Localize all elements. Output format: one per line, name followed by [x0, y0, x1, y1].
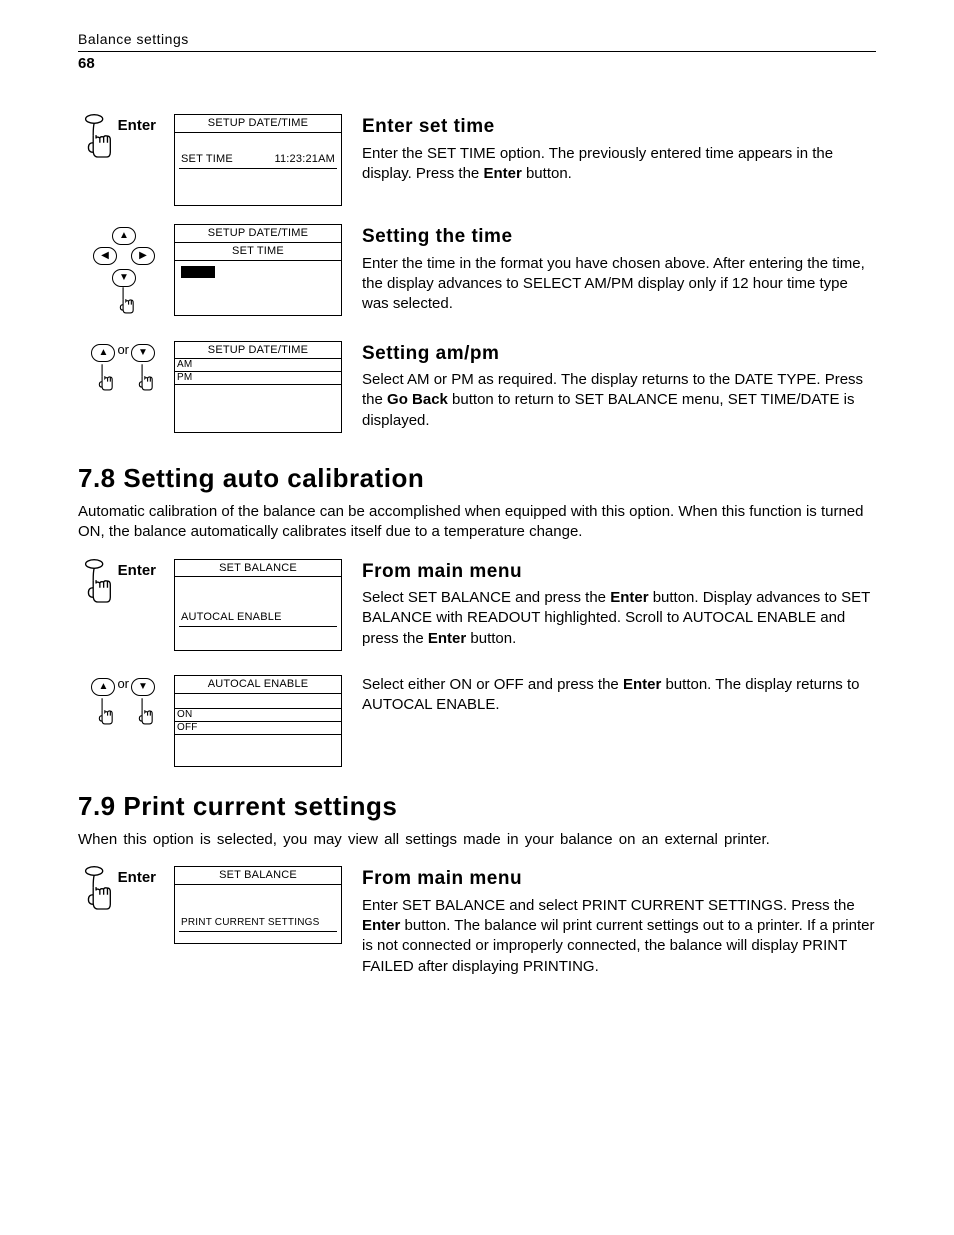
lcd-option: ON: [175, 708, 341, 722]
cursor-block-icon: [181, 266, 215, 278]
enter-press-icon: Enter: [78, 559, 156, 607]
lcd-title: AUTOCAL ENABLE: [175, 676, 341, 694]
para: Select AM or PM as required. The display…: [362, 370, 876, 431]
heading-from-main-print: From main menu: [362, 866, 876, 892]
arrow-left-icon: ◀: [93, 247, 117, 265]
para: Select SET BALANCE and press the Enter b…: [362, 588, 876, 649]
lcd-title: SET BALANCE: [175, 867, 341, 885]
lcd-title: SETUP DATE/TIME: [175, 342, 341, 360]
para: Enter SET BALANCE and select PRINT CURRE…: [362, 896, 876, 977]
up-or-down-icon: ▲ or ▼: [90, 675, 156, 733]
intro-7-9: When this option is selected, you may vi…: [78, 830, 876, 850]
heading-setting-ampm: Setting am/pm: [362, 341, 876, 367]
lcd-title: SETUP DATE/TIME: [175, 115, 341, 133]
enter-label: Enter: [118, 561, 156, 581]
page-number: 68: [78, 54, 876, 74]
intro-7-8: Automatic calibration of the balance can…: [78, 502, 876, 543]
dpad-icon: ▲ ◀ ▶ ▼: [92, 224, 156, 322]
lcd-line: PRINT CURRENT SETTINGS: [181, 916, 320, 930]
lcd-title: SET BALANCE: [175, 560, 341, 578]
lcd-sub: SET TIME: [175, 243, 341, 261]
lcd-option: PM: [175, 372, 341, 385]
lcd-am-pm: SETUP DATE/TIME AM PM: [174, 341, 342, 433]
arrow-down-icon: ▼: [131, 344, 155, 362]
lcd-set-time: SETUP DATE/TIME SET TIME 11:23:21AM: [174, 114, 342, 206]
or-label: or: [117, 341, 129, 359]
heading-setting-time: Setting the time: [362, 224, 876, 250]
heading-from-main-autocal: From main menu: [362, 559, 876, 585]
enter-press-icon: Enter: [78, 866, 156, 914]
arrow-up-icon: ▲: [112, 227, 136, 245]
or-label: or: [117, 675, 129, 693]
lcd-set-balance-autocal: SET BALANCE AUTOCAL ENABLE: [174, 559, 342, 651]
heading-enter-set-time: Enter set time: [362, 114, 876, 140]
para: Select either ON or OFF and press the En…: [362, 675, 876, 716]
arrow-down-icon: ▼: [112, 269, 136, 287]
lcd-line: AUTOCAL ENABLE: [181, 610, 282, 625]
lcd-option: OFF: [175, 722, 341, 735]
arrow-down-icon: ▼: [131, 678, 155, 696]
lcd-right: 11:23:21AM: [274, 152, 335, 167]
para: Enter the time in the format you have ch…: [362, 254, 876, 315]
enter-label: Enter: [118, 868, 156, 888]
arrow-up-icon: ▲: [91, 344, 115, 362]
heading-7-9: 7.9 Print current settings: [78, 789, 876, 824]
lcd-autocal-onoff: AUTOCAL ENABLE ON OFF: [174, 675, 342, 767]
enter-press-icon: Enter: [78, 114, 156, 162]
lcd-setting-time: SETUP DATE/TIME SET TIME: [174, 224, 342, 316]
lcd-left: SET TIME: [181, 152, 233, 167]
lcd-title: SETUP DATE/TIME: [175, 225, 341, 243]
enter-label: Enter: [118, 116, 156, 136]
heading-7-8: 7.8 Setting auto calibration: [78, 461, 876, 496]
arrow-right-icon: ▶: [131, 247, 155, 265]
para: Enter the SET TIME option. The previousl…: [362, 144, 876, 185]
arrow-up-icon: ▲: [91, 678, 115, 696]
lcd-option: AM: [175, 359, 341, 372]
running-header: Balance settings: [78, 30, 876, 52]
lcd-print-settings: SET BALANCE PRINT CURRENT SETTINGS: [174, 866, 342, 944]
up-or-down-icon: ▲ or ▼: [90, 341, 156, 399]
